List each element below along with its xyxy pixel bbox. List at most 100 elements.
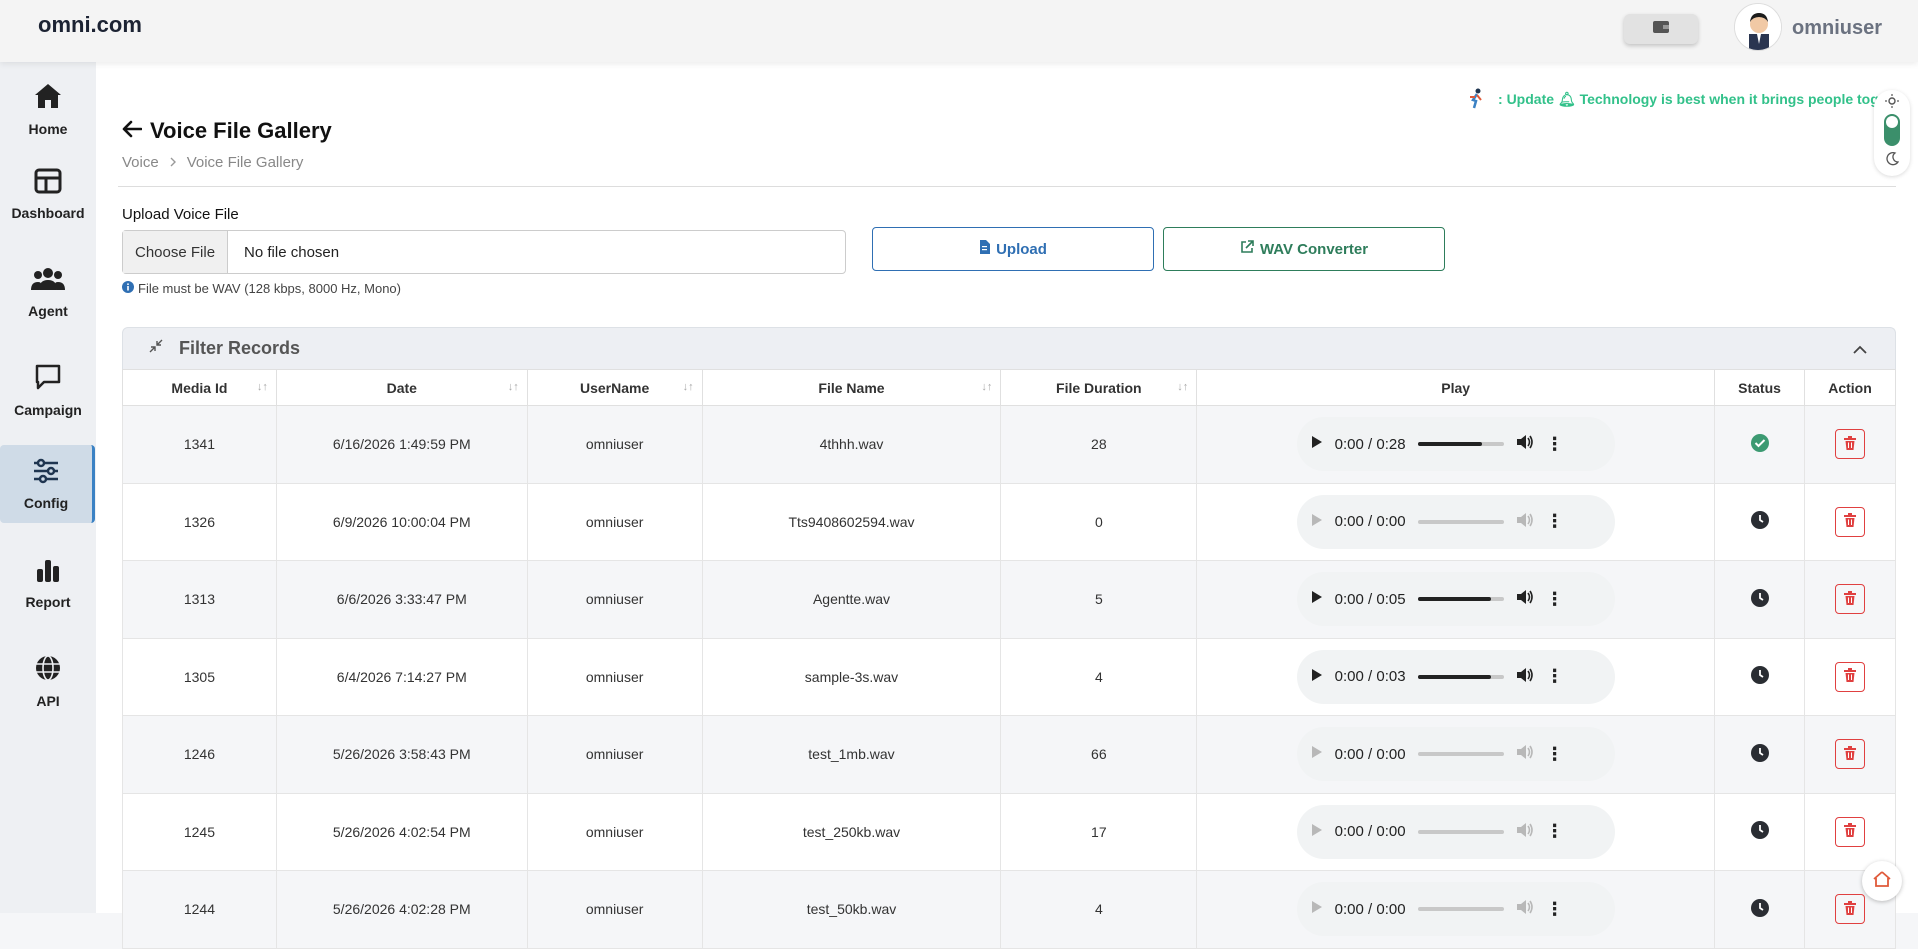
col-file-name[interactable]: File Name ↓↑ — [701, 369, 1002, 406]
sort-icon[interactable]: ↓↑ — [257, 381, 268, 393]
volume-slider[interactable] — [1417, 597, 1504, 602]
collapse-arrows-icon[interactable] — [149, 339, 163, 358]
audio-time: 0:00 / 0:05 — [1334, 590, 1406, 608]
brand-logo[interactable]: omni.com — [38, 12, 142, 38]
sidebar-item-campaign[interactable]: Campaign — [0, 351, 96, 429]
avatar[interactable] — [1734, 3, 1782, 51]
audio-player[interactable]: 0:00 / 0:03 ⋮ — [1296, 649, 1615, 704]
volume-slider[interactable] — [1417, 519, 1504, 524]
upload-button-label: Upload — [996, 240, 1047, 258]
theme-switch-knob[interactable] — [1886, 116, 1898, 128]
wallet-button[interactable] — [1624, 14, 1698, 44]
info-icon — [122, 281, 134, 296]
cell-file-duration: 0 — [1000, 482, 1198, 561]
volume-icon[interactable] — [1516, 434, 1534, 454]
play-icon[interactable] — [1311, 900, 1323, 918]
volume-icon[interactable] — [1516, 512, 1534, 532]
sort-icon[interactable]: ↓↑ — [683, 381, 694, 393]
more-vert-icon[interactable]: ⋮ — [1546, 666, 1564, 687]
cell-file-name: Agentte.wav — [701, 560, 1002, 639]
audio-player[interactable]: 0:00 / 0:05 ⋮ — [1296, 572, 1615, 627]
chevron-up-icon[interactable] — [1853, 342, 1867, 360]
play-icon[interactable] — [1311, 823, 1323, 841]
file-input[interactable]: Choose File No file chosen — [122, 230, 846, 274]
cell-play: 0:00 / 0:28 ⋮ — [1196, 405, 1716, 484]
breadcrumb-item-voice[interactable]: Voice — [122, 154, 159, 171]
file-hint: File must be WAV (128 kbps, 8000 Hz, Mon… — [122, 281, 401, 296]
volume-slider[interactable] — [1417, 752, 1504, 757]
play-icon[interactable] — [1311, 513, 1323, 531]
audio-time: 0:00 / 0:28 — [1334, 435, 1406, 453]
play-icon[interactable] — [1311, 435, 1323, 453]
sort-icon[interactable]: ↓↑ — [508, 381, 519, 393]
play-icon[interactable] — [1311, 668, 1323, 686]
col-media-id[interactable]: Media Id ↓↑ — [122, 369, 277, 406]
volume-slider[interactable] — [1417, 907, 1504, 912]
audio-player[interactable]: 0:00 / 0:00 ⋮ — [1296, 727, 1615, 782]
update-label: Update — [1506, 91, 1555, 108]
col-username[interactable]: UserName ↓↑ — [526, 369, 703, 406]
back-arrow-icon[interactable] — [122, 118, 143, 144]
delete-button[interactable] — [1835, 739, 1865, 770]
audio-player[interactable]: 0:00 / 0:00 ⋮ — [1296, 882, 1615, 937]
more-vert-icon[interactable]: ⋮ — [1546, 589, 1564, 610]
delete-button[interactable] — [1835, 816, 1865, 847]
more-vert-icon[interactable]: ⋮ — [1546, 511, 1564, 532]
sidebar-item-agent[interactable]: Agent — [0, 253, 96, 331]
theme-toggle[interactable] — [1874, 90, 1910, 176]
external-link-icon — [1240, 240, 1254, 258]
filter-records-bar[interactable]: Filter Records — [122, 327, 1896, 369]
more-vert-icon[interactable]: ⋮ — [1546, 821, 1564, 842]
more-vert-icon[interactable]: ⋮ — [1546, 744, 1564, 765]
sidebar-item-home[interactable]: Home — [0, 70, 96, 148]
col-file-duration[interactable]: File Duration ↓↑ — [1000, 369, 1198, 406]
play-icon[interactable] — [1311, 590, 1323, 608]
cell-action — [1804, 405, 1896, 484]
volume-icon[interactable] — [1516, 667, 1534, 687]
delete-button[interactable] — [1835, 661, 1865, 692]
volume-icon[interactable] — [1516, 589, 1534, 609]
sun-icon — [1885, 94, 1899, 113]
sidebar-item-report[interactable]: Report — [0, 544, 96, 622]
cell-status — [1714, 792, 1806, 871]
sidebar-item-dashboard[interactable]: Dashboard — [0, 155, 96, 233]
volume-icon[interactable] — [1516, 744, 1534, 764]
col-date[interactable]: Date ↓↑ — [275, 369, 528, 406]
user-name[interactable]: omniuser — [1792, 17, 1882, 40]
play-icon[interactable] — [1311, 745, 1323, 763]
volume-slider[interactable] — [1417, 674, 1504, 679]
cell-status — [1714, 870, 1806, 949]
volume-icon[interactable] — [1516, 899, 1534, 919]
upload-button[interactable]: Upload — [872, 227, 1154, 271]
cell-media-id: 1305 — [122, 637, 277, 716]
clock-icon — [1750, 743, 1770, 766]
wav-converter-button[interactable]: WAV Converter — [1163, 227, 1445, 271]
audio-player[interactable]: 0:00 / 0:00 ⋮ — [1296, 494, 1615, 549]
delete-button[interactable] — [1835, 506, 1865, 537]
more-vert-icon[interactable]: ⋮ — [1546, 434, 1564, 455]
wav-button-label: WAV Converter — [1259, 240, 1369, 258]
cell-action — [1804, 560, 1896, 639]
home-fab-button[interactable] — [1862, 861, 1902, 901]
delete-button[interactable] — [1835, 584, 1865, 615]
sort-icon[interactable]: ↓↑ — [1177, 381, 1188, 393]
volume-slider[interactable] — [1417, 442, 1504, 447]
choose-file-button[interactable]: Choose File — [123, 231, 229, 273]
volume-slider[interactable] — [1417, 829, 1504, 834]
audio-player[interactable]: 0:00 / 0:00 ⋮ — [1296, 804, 1615, 859]
more-vert-icon[interactable]: ⋮ — [1546, 899, 1564, 920]
cell-file-duration: 4 — [1000, 870, 1198, 949]
sidebar-item-api[interactable]: API — [0, 642, 96, 720]
volume-icon[interactable] — [1516, 822, 1534, 842]
top-bar: omni.com omniuser — [0, 0, 1918, 62]
delete-button[interactable] — [1835, 894, 1865, 925]
sidebar-item-config[interactable]: Config — [0, 445, 95, 523]
sort-icon[interactable]: ↓↑ — [981, 381, 992, 393]
audio-player[interactable]: 0:00 / 0:28 ⋮ — [1296, 417, 1615, 472]
cell-file-name: test_50kb.wav — [701, 870, 1002, 949]
trash-icon — [1844, 745, 1856, 763]
cell-file-name: sample-3s.wav — [701, 637, 1002, 716]
volume-fill — [1417, 597, 1491, 602]
col-play: Play — [1196, 369, 1716, 406]
delete-button[interactable] — [1835, 429, 1865, 460]
